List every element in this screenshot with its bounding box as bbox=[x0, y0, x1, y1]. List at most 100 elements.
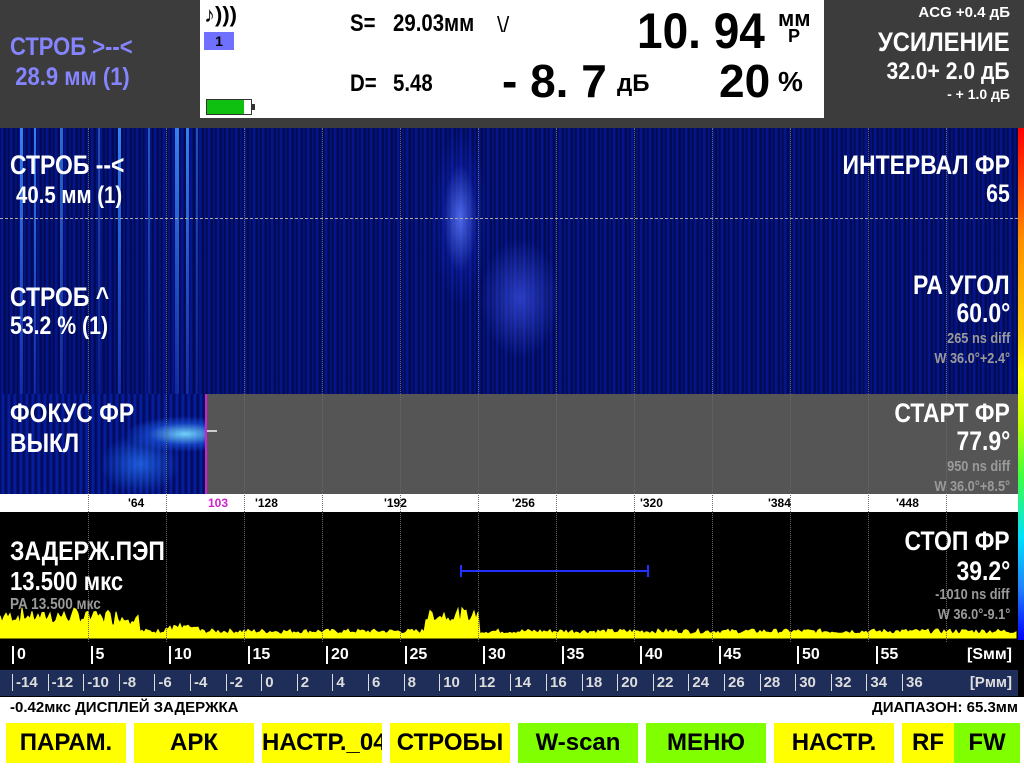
scale-s-tick: 25 bbox=[404, 646, 427, 664]
status-left: -0.42мкс ДИСПЛЕЙ ЗАДЕРЖКА bbox=[10, 699, 239, 716]
scale-r-tick: 22 bbox=[652, 674, 673, 691]
stop-angle-diff: -1010 ns diff bbox=[935, 586, 1010, 603]
scale-r-tick: -8 bbox=[118, 674, 136, 691]
scale-r-tick: 16 bbox=[546, 674, 567, 691]
w-scan-button[interactable]: W-scan bbox=[518, 723, 638, 763]
interval-value: 65 bbox=[986, 180, 1010, 208]
stop-angle-w: W 36.0°-9.1° bbox=[937, 606, 1010, 623]
ark-button[interactable]: АРК bbox=[134, 723, 254, 763]
gate-a-title: СТРОБ ^ bbox=[10, 282, 110, 312]
db-unit: дБ bbox=[617, 70, 650, 97]
battery-tip bbox=[252, 104, 255, 110]
scale-r-tick: 34 bbox=[866, 674, 887, 691]
grid-line bbox=[478, 128, 479, 642]
gain-title: УСИЛЕНИЕ bbox=[878, 27, 1010, 57]
amplitude-color-bar bbox=[1018, 128, 1024, 640]
fw-button[interactable]: FW bbox=[954, 723, 1020, 763]
gate-b-value: 40.5 мм (1) bbox=[16, 182, 123, 209]
softkey-bar: ПАРАМ. АРК НАСТР._04: СТРОБЫ W-scan МЕНЮ… bbox=[0, 719, 1024, 768]
probe-delay-sub: PA 13.500 мкс bbox=[10, 596, 101, 613]
scale-r-tick: 14 bbox=[510, 674, 531, 691]
pa-angle-title: РА УГОЛ bbox=[913, 270, 1010, 300]
focus-value: ВЫКЛ bbox=[10, 428, 80, 458]
gate-b-title: СТРОБ --< bbox=[10, 150, 125, 180]
s-value: 29.03мм bbox=[393, 10, 475, 37]
gate-title: СТРОБ >--< bbox=[10, 33, 133, 61]
scale-s-tick: 10 bbox=[169, 646, 192, 664]
ruler-tick: '448 bbox=[896, 496, 919, 510]
scale-s-tick: 15 bbox=[247, 646, 270, 664]
scale-r-tick: -2 bbox=[225, 674, 243, 691]
ruler-tick: '256 bbox=[512, 496, 535, 510]
a-scan-waveform bbox=[0, 606, 1017, 639]
scale-r-tick: 6 bbox=[368, 674, 380, 691]
scale-r-tick: 24 bbox=[688, 674, 709, 691]
scale-s-tick: 30 bbox=[483, 646, 506, 664]
index-ruler: '64 103 '128 '192 '256 '320 '384 '448 bbox=[0, 494, 1018, 512]
gates-button[interactable]: СТРОБЫ bbox=[390, 723, 510, 763]
d-value: 5.48 bbox=[393, 70, 433, 97]
scale-r-unit: [Рмм] bbox=[969, 674, 1012, 691]
grid-line bbox=[790, 128, 791, 642]
scan-streak bbox=[196, 128, 198, 394]
ruler-tick: '384 bbox=[768, 496, 791, 510]
grid-line bbox=[556, 128, 557, 642]
scale-r-tick: 30 bbox=[795, 674, 816, 691]
scan-streak bbox=[186, 128, 189, 394]
waveform-svg bbox=[0, 565, 1017, 639]
scale-r-tick: -10 bbox=[83, 674, 109, 691]
ruler-tick: '64 bbox=[128, 496, 145, 510]
scale-s-tick: 20 bbox=[326, 646, 349, 664]
menu-button[interactable]: МЕНЮ bbox=[646, 723, 766, 763]
focus-title: ФОКУС ФР bbox=[10, 398, 135, 428]
status-right: ДИАПАЗОН: 65.3мм bbox=[872, 699, 1018, 716]
scale-r-tick: 0 bbox=[261, 674, 274, 691]
grid-line bbox=[634, 128, 635, 642]
interval-title: ИНТЕРВАЛ ФР bbox=[842, 150, 1010, 180]
scan-streak bbox=[175, 128, 179, 394]
d-label: D= bbox=[350, 70, 377, 97]
grid-line bbox=[712, 128, 713, 642]
stop-angle-value: 39.2° bbox=[956, 556, 1010, 586]
grid-line bbox=[946, 128, 947, 642]
scale-r-tick: -14 bbox=[12, 674, 38, 691]
ruler-tick-marker: 103 bbox=[208, 496, 229, 510]
projection-scale: -14 -12 -10 -8 -6 -4 -2 0 2 4 6 8 10 12 14 16 18 20 22 24 26… bbox=[0, 670, 1018, 696]
rf-button[interactable]: RF bbox=[902, 723, 954, 763]
percent-value: 20 bbox=[719, 55, 771, 107]
scale-r-tick: -4 bbox=[190, 674, 207, 691]
scale-r-tick: 32 bbox=[830, 674, 851, 691]
depth-value: 10. 94 bbox=[637, 3, 765, 59]
gate-value: 28.9 мм (1) bbox=[15, 63, 130, 91]
scale-s-tick: 40 bbox=[640, 646, 663, 664]
param-button[interactable]: ПАРАМ. bbox=[6, 723, 126, 763]
acg-label: ACG +0.4 дБ bbox=[918, 4, 1010, 21]
start-angle-w: W 36.0°+8.5° bbox=[934, 478, 1010, 495]
scan-streak bbox=[148, 128, 150, 394]
focus-marker bbox=[207, 430, 217, 432]
probe-delay-value: 13.500 мкс bbox=[10, 566, 124, 596]
start-angle-diff: 950 ns diff bbox=[946, 458, 1010, 475]
ruler-tick: '320 bbox=[640, 496, 663, 510]
pa-angle-value: 60.0° bbox=[956, 298, 1010, 328]
scale-r-tick: 4 bbox=[332, 674, 345, 691]
speaker-wave-icon: ♪))) bbox=[204, 2, 237, 27]
scale-s-tick: 45 bbox=[718, 646, 741, 664]
db-value: - 8. 7 bbox=[502, 55, 607, 107]
setup-button[interactable]: НАСТР. bbox=[774, 723, 894, 763]
gain-step: - + 1.0 дБ bbox=[947, 86, 1010, 102]
scale-r-tick: 8 bbox=[403, 674, 416, 691]
gate-depth-line[interactable] bbox=[0, 218, 1018, 219]
scale-s-tick: 55 bbox=[875, 646, 898, 664]
gain-value: 32.0+ 2.0 дБ bbox=[886, 58, 1010, 85]
scale-r-tick: 36 bbox=[902, 674, 923, 691]
ruler-tick: '128 bbox=[255, 496, 278, 510]
grid-line bbox=[166, 128, 167, 642]
pa-angle-w: W 36.0°+2.4° bbox=[934, 350, 1010, 367]
scale-r-tick: -12 bbox=[47, 674, 73, 691]
gate-a-value: 53.2 % (1) bbox=[10, 312, 109, 340]
scale-s-tick: 0 bbox=[12, 646, 26, 664]
a-scan-waveform-area[interactable] bbox=[0, 512, 1018, 642]
stop-angle-title: СТОП ФР bbox=[904, 526, 1010, 556]
setup-04-button[interactable]: НАСТР._04: bbox=[262, 723, 382, 763]
